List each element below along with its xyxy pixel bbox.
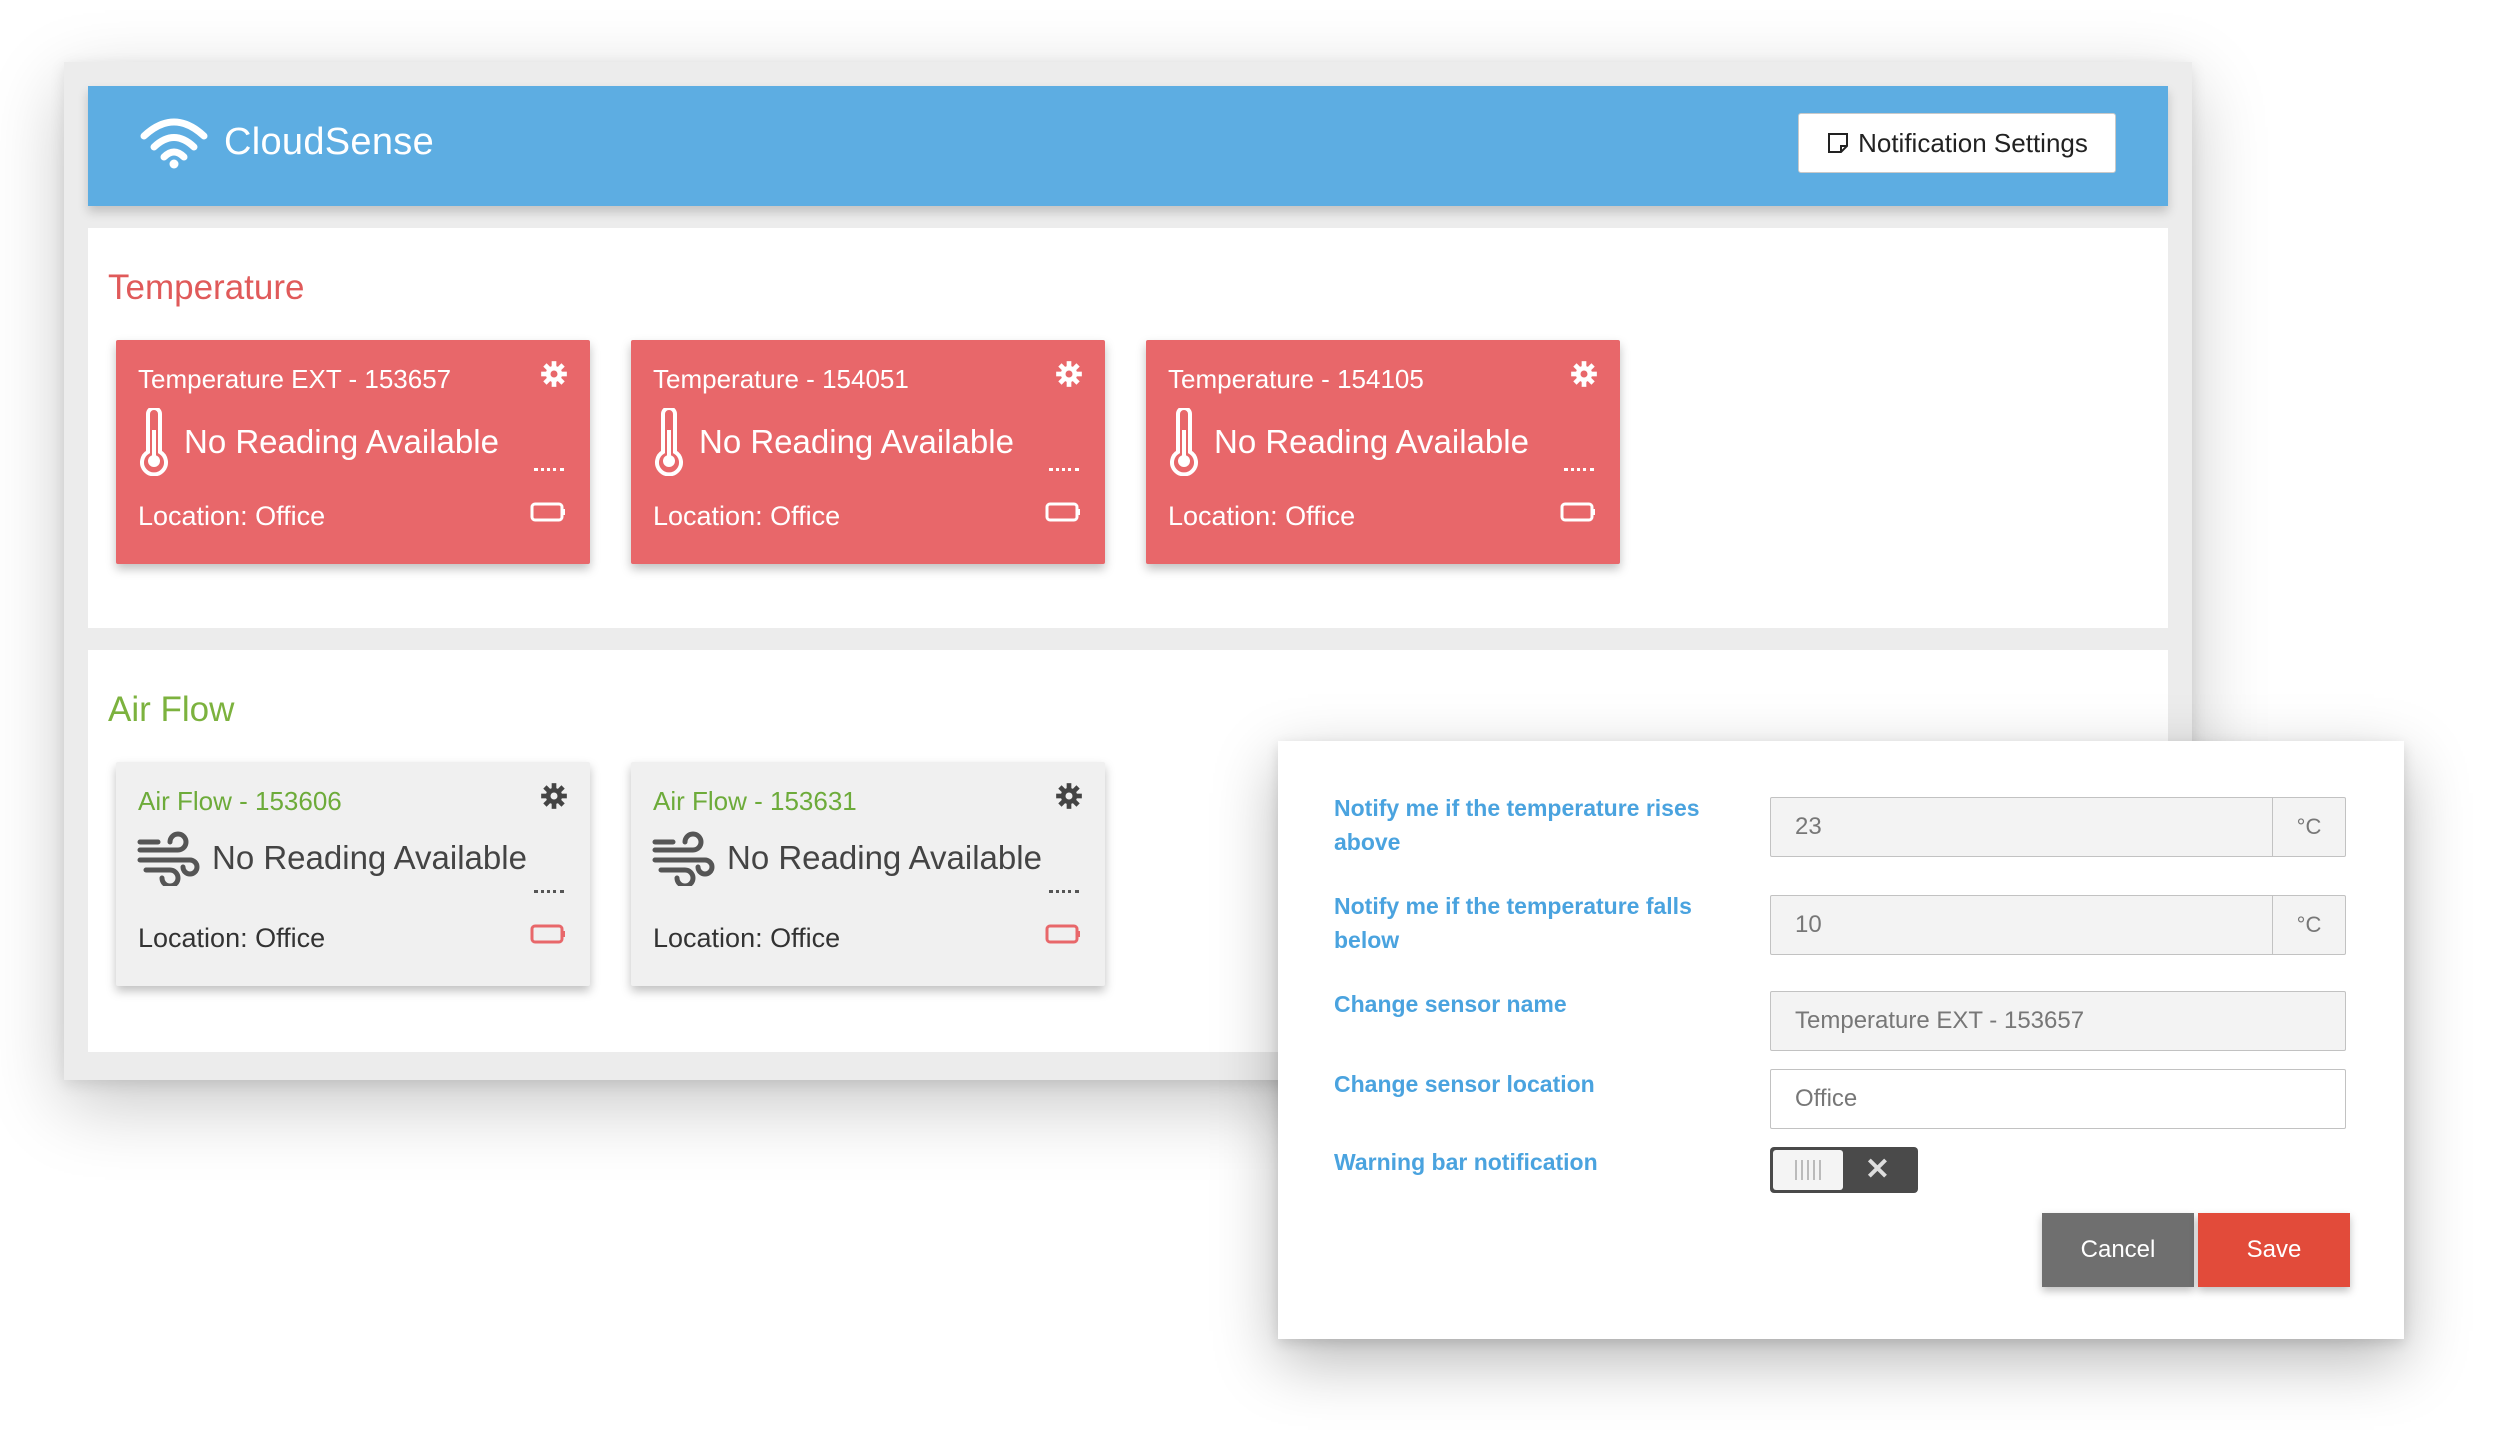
sensor-name-field[interactable]: Temperature EXT - 153657 (1770, 991, 2346, 1051)
rise-threshold-label: Notify me if the temperature rises above (1334, 795, 1700, 855)
sensor-location-label: Change sensor location (1334, 1071, 1595, 1097)
temperature-section-title: Temperature (108, 268, 305, 307)
card-location: Location: Office (1168, 501, 1356, 531)
gear-icon[interactable] (1570, 360, 1598, 388)
sensor-card[interactable]: Air Flow - 153606 No Reading Available L… (116, 762, 590, 986)
sensor-settings-dialog: Notify me if the temperature rises above… (1278, 741, 2404, 1339)
app-header: CloudSense Notification Settings (88, 86, 2168, 206)
fall-threshold-input[interactable]: 10 (1771, 911, 2272, 939)
airflow-section-title: Air Flow (108, 690, 235, 729)
rise-threshold-field[interactable]: 23 °C (1770, 797, 2346, 857)
sensor-card[interactable]: Temperature EXT - 153657 No Reading Avai… (116, 340, 590, 564)
sensor-name-input[interactable]: Temperature EXT - 153657 (1771, 1007, 2345, 1035)
thermometer-icon (1170, 408, 1198, 476)
sensor-name-label: Change sensor name (1334, 991, 1567, 1017)
battery-icon (530, 924, 565, 944)
close-icon: ✕ (1864, 1153, 1890, 1186)
sensor-card[interactable]: Air Flow - 153631 No Reading Available L… (631, 762, 1105, 986)
fall-threshold-label: Notify me if the temperature falls below (1334, 893, 1692, 953)
warning-bar-toggle[interactable]: ✕ (1770, 1147, 1918, 1193)
save-button[interactable]: Save (2198, 1213, 2350, 1287)
reading-text: No Reading Available (727, 839, 1042, 876)
more-dots (1049, 468, 1079, 475)
more-dots (1049, 890, 1079, 897)
card-title: Temperature - 154051 (653, 364, 909, 394)
toggle-knob[interactable] (1773, 1150, 1843, 1190)
gear-icon[interactable] (1055, 360, 1083, 388)
brand[interactable]: CloudSense (138, 114, 434, 170)
reading: No Reading Available (136, 408, 499, 476)
temperature-section: Temperature Temperature EXT - 153657 No … (88, 228, 2168, 628)
sensor-location-field[interactable]: Office (1770, 1069, 2346, 1129)
thermometer-icon (140, 408, 168, 476)
card-location: Location: Office (138, 501, 326, 531)
wifi-icon (140, 118, 208, 169)
battery-icon (1045, 502, 1080, 522)
thermometer-icon (655, 408, 683, 476)
reading-text: No Reading Available (699, 423, 1014, 460)
rise-threshold-input[interactable]: 23 (1771, 813, 2272, 841)
card-title: Air Flow - 153631 (653, 786, 857, 816)
reading-text: No Reading Available (212, 839, 527, 876)
more-dots (1564, 468, 1594, 475)
wind-icon (652, 831, 715, 886)
reading: No Reading Available (651, 408, 1014, 476)
sensor-location-input[interactable]: Office (1771, 1085, 2345, 1113)
card-title: Temperature - 154105 (1168, 364, 1424, 394)
sensor-card[interactable]: Temperature - 154105 No Reading Availabl… (1146, 340, 1620, 564)
more-dots (534, 468, 564, 475)
battery-icon (1045, 924, 1080, 944)
more-dots (534, 890, 564, 897)
notification-settings-button[interactable]: Notification Settings (1798, 113, 2116, 173)
rise-threshold-unit: °C (2272, 798, 2345, 856)
battery-icon (530, 502, 565, 522)
note-icon (1828, 133, 1849, 153)
card-location: Location: Office (138, 923, 326, 953)
reading-text: No Reading Available (1214, 423, 1529, 460)
gear-icon[interactable] (540, 360, 568, 388)
warning-bar-label: Warning bar notification (1334, 1149, 1598, 1175)
reading: No Reading Available (136, 830, 527, 886)
cancel-button[interactable]: Cancel (2042, 1213, 2194, 1287)
sensor-card[interactable]: Temperature - 154051 No Reading Availabl… (631, 340, 1105, 564)
gear-icon[interactable] (1055, 782, 1083, 810)
card-location: Location: Office (653, 501, 841, 531)
brand-name: CloudSense (224, 120, 435, 163)
grip-icon (1795, 1160, 1821, 1180)
fall-threshold-field[interactable]: 10 °C (1770, 895, 2346, 955)
card-location: Location: Office (653, 923, 841, 953)
battery-icon (1560, 502, 1595, 522)
card-title: Air Flow - 153606 (138, 786, 342, 816)
fall-threshold-unit: °C (2272, 896, 2345, 954)
wind-icon (137, 831, 200, 886)
card-title: Temperature EXT - 153657 (138, 364, 452, 394)
reading-text: No Reading Available (184, 423, 499, 460)
reading: No Reading Available (651, 830, 1042, 886)
notification-settings-label: Notification Settings (1858, 127, 2088, 158)
gear-icon[interactable] (540, 782, 568, 810)
reading: No Reading Available (1166, 408, 1529, 476)
